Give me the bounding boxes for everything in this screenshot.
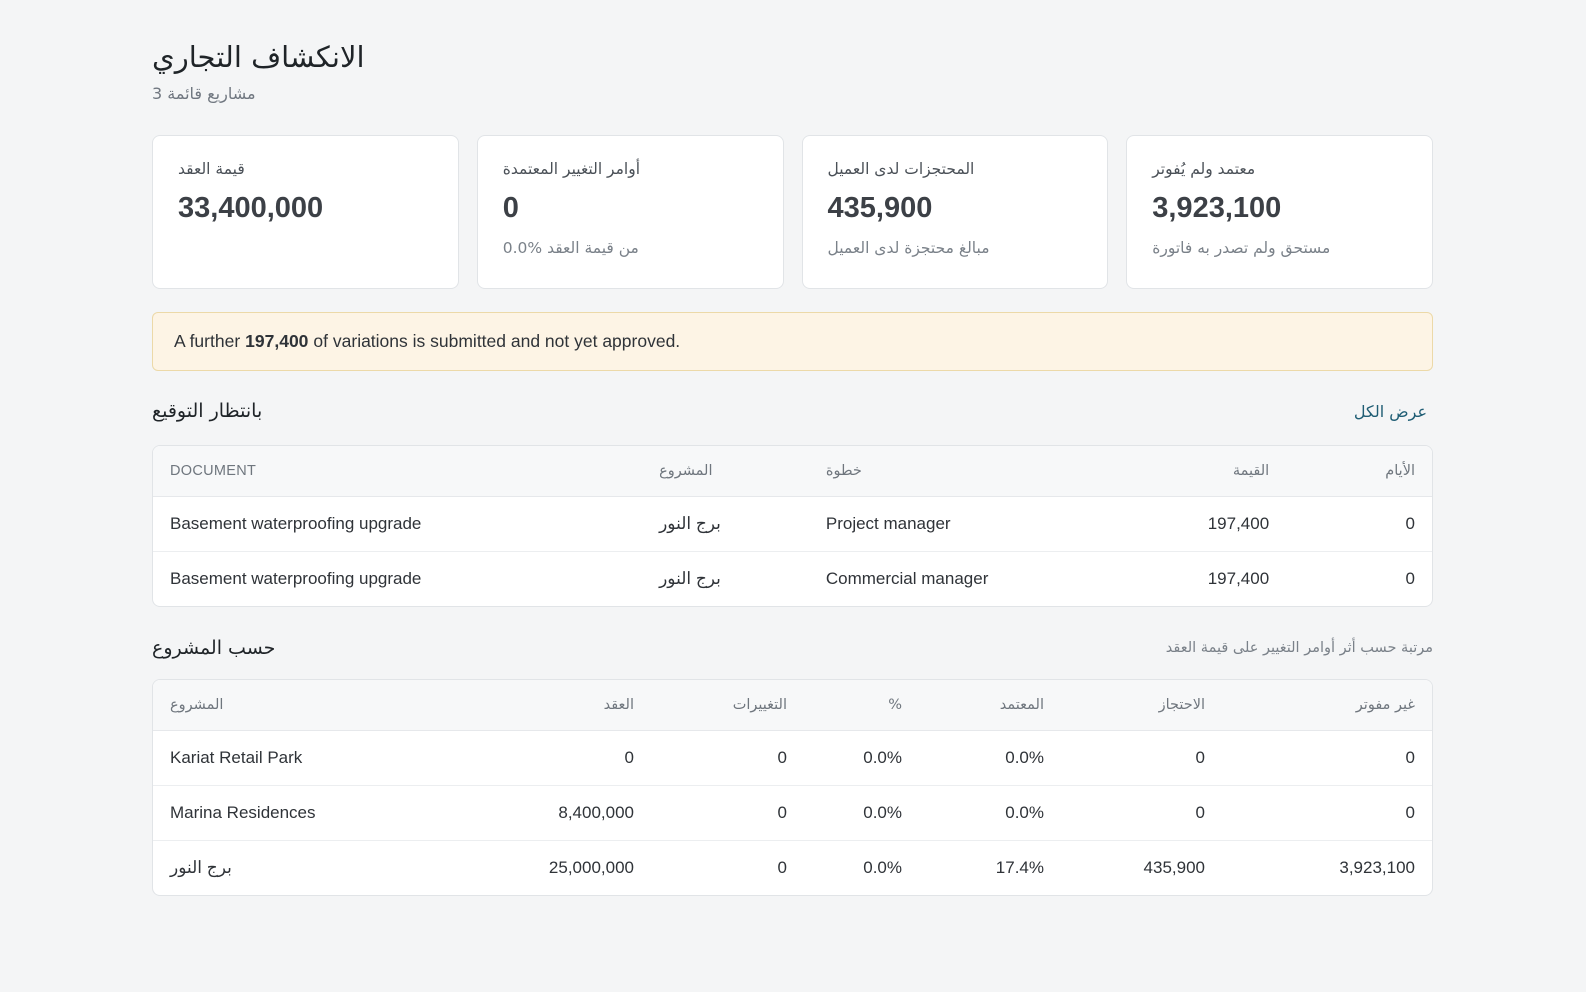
cell-project[interactable]: برج النور <box>153 840 483 895</box>
column-header-unbilled[interactable]: غير مفوتر <box>1222 680 1432 731</box>
stat-card-contract-value: قيمة العقد 33,400,000 <box>152 135 459 289</box>
by-project-sort-note: مرتبة حسب أثر أوامر التغيير على قيمة الع… <box>1165 640 1433 656</box>
cell-retention: 0 <box>1061 785 1222 841</box>
cell-days: 0 <box>1286 496 1432 552</box>
page-title: الانكشاف التجاري <box>152 40 365 74</box>
cell-percent: 0.0% <box>804 785 919 841</box>
column-header-contract[interactable]: العقد <box>483 680 651 731</box>
table-header-row: DOCUMENT المشروع خطوة القيمة الأيام <box>153 446 1432 497</box>
cell-unbilled: 0 <box>1222 730 1432 786</box>
table-header-row: المشروع العقد التغييرات % المعتمد الاحتج… <box>153 680 1432 731</box>
by-project-section-header: حسب المشروع مرتبة حسب أثر أوامر التغيير … <box>152 637 1433 659</box>
column-header-document[interactable]: DOCUMENT <box>153 446 643 497</box>
column-header-percent[interactable]: % <box>804 680 919 731</box>
table-row[interactable]: برج النور 25,000,000 0 0.0% 17.4% 435,90… <box>153 840 1432 895</box>
column-header-days[interactable]: الأيام <box>1286 446 1432 497</box>
alert-prefix: A further <box>174 331 241 351</box>
cell-unbilled: 0 <box>1222 785 1432 841</box>
stat-card-unbilled: معتمد ولم يُفوتر 3,923,100 مستحق ولم تصد… <box>1126 135 1433 289</box>
cell-contract: 8,400,000 <box>483 785 651 841</box>
stat-label: أوامر التغيير المعتمدة <box>502 160 641 178</box>
cell-value: 197,400 <box>1207 568 1270 588</box>
by-project-table: المشروع العقد التغييرات % المعتمد الاحتج… <box>152 679 1433 896</box>
pending-section-header: بانتظار التوقيع عرض الكل <box>152 400 1433 422</box>
cell-variations: 0 <box>651 730 804 786</box>
column-header-step[interactable]: خطوة <box>808 446 1139 497</box>
pending-section-title: بانتظار التوقيع <box>152 400 263 422</box>
table-row[interactable]: Marina Residences 8,400,000 0 0.0% 0.0% … <box>153 785 1432 841</box>
cell-retention: 0 <box>1061 730 1222 786</box>
column-header-retention[interactable]: الاحتجاز <box>1061 680 1222 731</box>
stat-value: 435,900 <box>827 192 933 224</box>
column-header-variations[interactable]: التغييرات <box>651 680 804 731</box>
cell-days: 0 <box>1405 568 1415 588</box>
variations-alert: A further 197,400 of variations is submi… <box>152 312 1433 371</box>
cell-value: 197,400 <box>1138 496 1287 552</box>
stat-card-approved-variations: أوامر التغيير المعتمدة 0 0.0% من قيمة ال… <box>476 135 784 289</box>
stat-label: المحتجزات لدى العميل <box>827 160 975 178</box>
cell-project[interactable]: Kariat Retail Park <box>153 730 483 786</box>
cell-step: Commercial manager <box>825 568 989 588</box>
cell-percent: 0.0% <box>804 730 919 786</box>
cell-percent: 0.0% <box>863 857 902 877</box>
page-subtitle: مشاريع قائمة 3 <box>152 84 256 103</box>
table-row[interactable]: Kariat Retail Park 0 0 0.0% 0.0% 0 0 <box>153 730 1432 786</box>
cell-approved: 0.0% <box>919 785 1061 841</box>
stat-note: مبالغ محتجزة لدى العميل <box>827 239 990 257</box>
table-row[interactable]: Basement waterproofing upgrade برج النور… <box>153 496 1432 552</box>
column-header-project[interactable]: المشروع <box>642 446 809 497</box>
alert-amount: 197,400 <box>245 331 309 351</box>
by-project-section-title: حسب المشروع <box>152 637 276 659</box>
cell-project: برج النور <box>642 496 809 552</box>
cell-variations: 0 <box>777 857 787 877</box>
column-header-value[interactable]: القيمة <box>1138 446 1287 497</box>
cell-project[interactable]: Marina Residences <box>153 785 483 841</box>
view-all-link[interactable]: عرض الكل <box>1354 402 1427 421</box>
stat-note: مستحق ولم تصدر به فاتورة <box>1152 239 1331 257</box>
cell-retention: 435,900 <box>1143 857 1205 877</box>
stat-cards: قيمة العقد 33,400,000 أوامر التغيير المع… <box>152 135 1433 289</box>
column-header-project[interactable]: المشروع <box>153 680 483 731</box>
pending-table: DOCUMENT المشروع خطوة القيمة الأيام Base… <box>152 445 1433 607</box>
cell-document[interactable]: Basement waterproofing upgrade <box>153 551 642 606</box>
column-header-approved[interactable]: المعتمد <box>919 680 1061 731</box>
alert-suffix: of variations is submitted and not yet a… <box>313 331 681 351</box>
page: الانكشاف التجاري مشاريع قائمة 3 قيمة الع… <box>0 0 1586 992</box>
stat-value: 3,923,100 <box>1152 192 1282 224</box>
stat-note: 0.0% من قيمة العقد <box>502 239 639 257</box>
stat-value: 0 <box>502 192 519 224</box>
cell-approved: 0.0% <box>919 730 1061 786</box>
cell-variations: 0 <box>651 785 804 841</box>
page-header: الانكشاف التجاري مشاريع قائمة 3 <box>152 40 365 103</box>
stat-value: 33,400,000 <box>178 192 324 224</box>
stat-label: معتمد ولم يُفوتر <box>1152 160 1256 178</box>
cell-approved: 17.4% <box>995 857 1044 877</box>
cell-document[interactable]: Basement waterproofing upgrade <box>153 496 643 552</box>
cell-step: Project manager <box>808 496 1139 552</box>
stat-label: قيمة العقد <box>178 160 245 178</box>
cell-project: برج النور <box>659 568 721 588</box>
cell-contract: 25,000,000 <box>548 857 634 877</box>
table-row[interactable]: Basement waterproofing upgrade برج النور… <box>153 551 1432 606</box>
cell-unbilled: 3,923,100 <box>1339 857 1415 877</box>
cell-contract: 0 <box>483 730 651 786</box>
stat-card-retention: المحتجزات لدى العميل 435,900 مبالغ محتجز… <box>801 135 1109 289</box>
